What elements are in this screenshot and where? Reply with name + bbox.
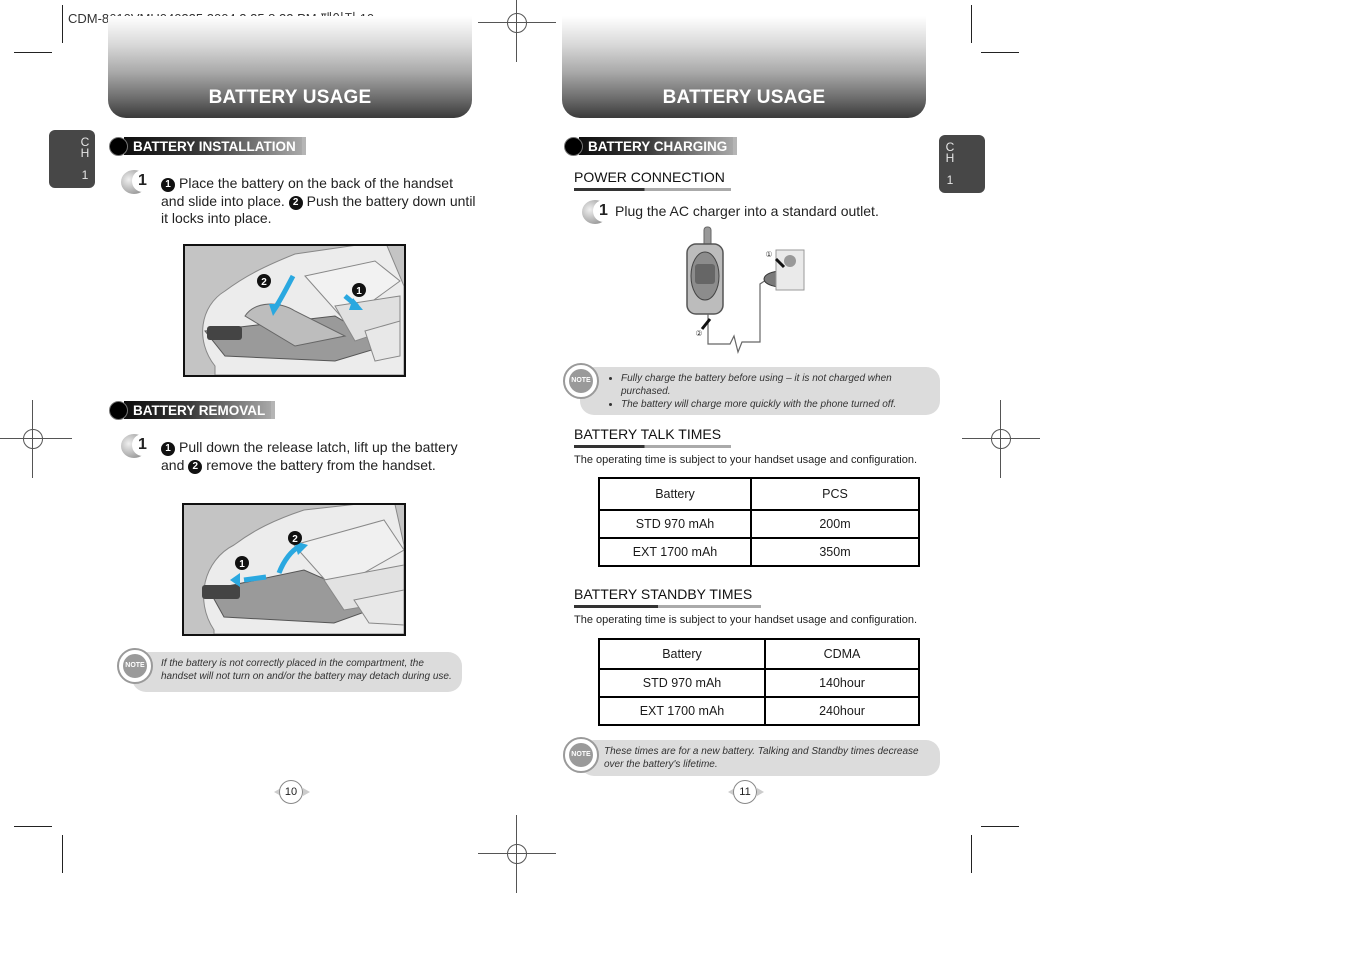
- chapter-letter: H: [945, 151, 955, 165]
- table-cell: 200m: [750, 509, 920, 539]
- chapter-tab[interactable]: C H 1: [49, 130, 95, 188]
- section-bullet-icon: [109, 136, 128, 156]
- note-bullet: The battery will charge more quickly wit…: [621, 398, 930, 411]
- page-number: 10: [279, 780, 303, 804]
- step-number: 1: [593, 200, 614, 222]
- heading-underline: [574, 445, 731, 448]
- table-cell: EXT 1700 mAh: [598, 696, 766, 726]
- illus-marker-2: 2: [292, 534, 298, 545]
- installation-illustration: 2 1: [183, 244, 406, 377]
- section-battery-removal: BATTERY REMOVAL: [109, 400, 276, 420]
- talk-times-caption: The operating time is subject to your ha…: [574, 454, 918, 466]
- circled-number-icon: 1: [161, 178, 175, 192]
- table-row: STD 970 mAh 140hour: [598, 668, 920, 698]
- section-label: BATTERY CHARGING: [579, 137, 738, 155]
- standby-times-caption: The operating time is subject to your ha…: [574, 614, 918, 626]
- section-label: BATTERY REMOVAL: [124, 401, 276, 419]
- step-number-badge: 1: [582, 198, 614, 224]
- step-text-part2: remove the battery from the handset.: [206, 456, 436, 473]
- chapter-letter: H: [80, 146, 90, 160]
- table-header-cell: CDMA: [764, 638, 920, 670]
- registration-mark-top: [478, 0, 556, 62]
- note-text: These times are for a new battery. Talki…: [604, 746, 919, 770]
- note-icon: NOTE: [117, 648, 153, 684]
- standby-times-heading: BATTERY STANDBY TIMES: [574, 586, 761, 608]
- crop-mark: [14, 52, 52, 53]
- table-cell: EXT 1700 mAh: [598, 537, 752, 567]
- table-header-cell: Battery: [598, 638, 766, 670]
- crop-mark: [971, 5, 972, 43]
- callout-1: ①: [765, 250, 772, 259]
- page-banner: BATTERY USAGE: [562, 16, 926, 118]
- step-number: 1: [132, 170, 153, 192]
- table-cell: STD 970 mAh: [598, 509, 752, 539]
- hands-battery-removal-image: 1 2: [184, 505, 404, 634]
- section-bullet-icon: [564, 136, 583, 156]
- section-battery-installation: BATTERY INSTALLATION: [109, 136, 306, 156]
- step-number-badge: 1: [121, 168, 153, 194]
- power-connection-heading: POWER CONNECTION: [574, 169, 731, 191]
- illus-marker-1: 1: [239, 559, 245, 570]
- circled-number-icon: 2: [188, 459, 203, 474]
- illus-marker-1: 1: [356, 286, 362, 297]
- registration-mark-right: [962, 400, 1040, 478]
- hands-battery-install-image: 2 1: [185, 246, 404, 375]
- table-header-cell: PCS: [750, 477, 920, 511]
- table-header-row: Battery PCS: [598, 477, 920, 511]
- page-banner: BATTERY USAGE: [108, 16, 472, 118]
- crop-mark: [14, 826, 52, 827]
- table-cell: STD 970 mAh: [598, 668, 766, 698]
- section-battery-charging: BATTERY CHARGING: [564, 136, 738, 156]
- heading-underline: [574, 188, 731, 191]
- section-bullet-icon: [109, 400, 128, 420]
- installation-step-text: 1 Place the battery on the back of the ha…: [161, 175, 476, 228]
- table-row: EXT 1700 mAh 350m: [598, 537, 920, 567]
- removal-illustration: 1 2: [182, 503, 406, 636]
- page-title: BATTERY USAGE: [208, 87, 372, 108]
- table-cell: 140hour: [764, 668, 920, 698]
- talk-times-table: Battery PCS STD 970 mAh 200m EXT 1700 mA…: [598, 477, 920, 567]
- page-number-wing: [303, 788, 310, 796]
- page-number-wing: [757, 788, 764, 796]
- table-cell: 240hour: [764, 696, 920, 726]
- crop-mark: [62, 835, 63, 873]
- page-number: 11: [733, 780, 757, 804]
- registration-mark-bottom: [478, 815, 556, 893]
- step-number-badge: 1: [121, 432, 153, 458]
- crop-mark: [981, 826, 1019, 827]
- page-title: BATTERY USAGE: [662, 87, 826, 108]
- table-header-cell: Battery: [598, 477, 752, 511]
- note-bullet: Fully charge the battery before using – …: [621, 372, 930, 398]
- table-cell: 350m: [750, 537, 920, 567]
- note-icon: NOTE: [563, 363, 599, 399]
- table-row: EXT 1700 mAh 240hour: [598, 696, 920, 726]
- crop-mark: [971, 835, 972, 873]
- registration-mark-left: [0, 400, 72, 478]
- illus-marker-2: 2: [261, 277, 267, 288]
- circled-number-icon: 2: [288, 195, 303, 210]
- standby-times-table: Battery CDMA STD 970 mAh 140hour EXT 170…: [598, 638, 920, 726]
- crop-mark: [981, 52, 1019, 53]
- step-number: 1: [132, 434, 153, 456]
- table-row: STD 970 mAh 200m: [598, 509, 920, 539]
- table-header-row: Battery CDMA: [598, 638, 920, 670]
- note-icon: NOTE: [563, 737, 599, 773]
- phone-charger-image: ① ②: [686, 226, 805, 354]
- removal-step-text: 1 Pull down the release latch, lift up th…: [161, 439, 461, 474]
- chapter-number: 1: [946, 173, 954, 187]
- charger-illustration: ① ②: [680, 224, 815, 359]
- crop-mark: [62, 5, 63, 43]
- note-text: Fully charge the battery before using – …: [605, 372, 930, 411]
- callout-2: ②: [695, 329, 702, 338]
- note-bullet-list: Fully charge the battery before using – …: [605, 372, 930, 411]
- section-label: BATTERY INSTALLATION: [124, 137, 306, 155]
- talk-times-heading: BATTERY TALK TIMES: [574, 426, 731, 448]
- chapter-tab[interactable]: C H 1: [939, 135, 985, 193]
- note-text: If the battery is not correctly placed i…: [161, 658, 452, 682]
- circled-number-icon: 1: [161, 442, 175, 456]
- chapter-number: 1: [81, 168, 89, 182]
- charging-step-text: Plug the AC charger into a standard outl…: [615, 203, 879, 219]
- heading-underline: [574, 605, 761, 608]
